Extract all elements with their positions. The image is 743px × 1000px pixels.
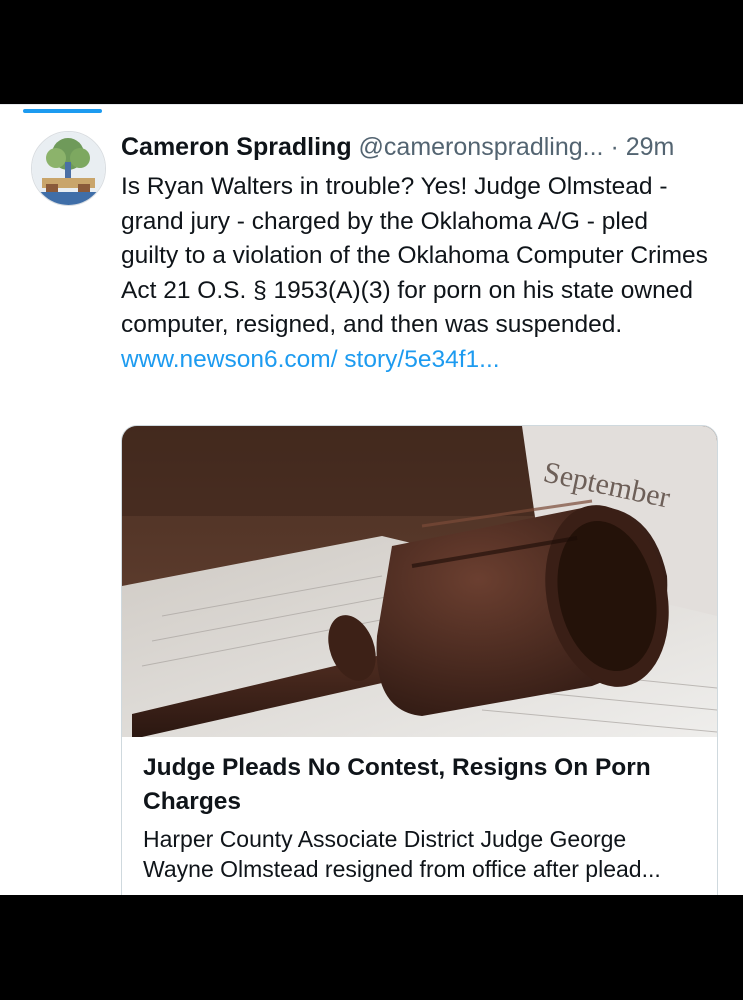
tweet-body: Is Ryan Walters in trouble? Yes! Judge O… [121, 170, 711, 377]
link-preview-card[interactable]: September Judge Pleads No Contest, Resig… [121, 425, 718, 895]
author-handle[interactable]: @cameronspradling... [359, 133, 604, 161]
avatar[interactable] [31, 131, 106, 206]
timestamp[interactable]: 29m [626, 133, 675, 161]
card-description: Harper County Associate District Judge G… [143, 826, 661, 882]
separator-dot: · [610, 133, 619, 161]
avatar-image-icon [32, 132, 105, 205]
tweet-screen: Cameron Spradling @cameronspradling... ·… [0, 104, 743, 895]
gavel-on-document-image-icon: September [122, 426, 717, 737]
card-image[interactable]: September [122, 426, 717, 737]
divider [0, 104, 743, 105]
tweet-text: Is Ryan Walters in trouble? Yes! Judge O… [121, 173, 708, 338]
tweet-header: Cameron Spradling @cameronspradling... ·… [121, 130, 721, 164]
tweet-link[interactable]: www.newson6.com/ story/5e34f1... [121, 346, 500, 373]
author-name[interactable]: Cameron Spradling [121, 133, 352, 161]
card-title[interactable]: Judge Pleads No Contest, Resigns On Porn… [143, 751, 698, 819]
active-tab-indicator [23, 109, 102, 113]
